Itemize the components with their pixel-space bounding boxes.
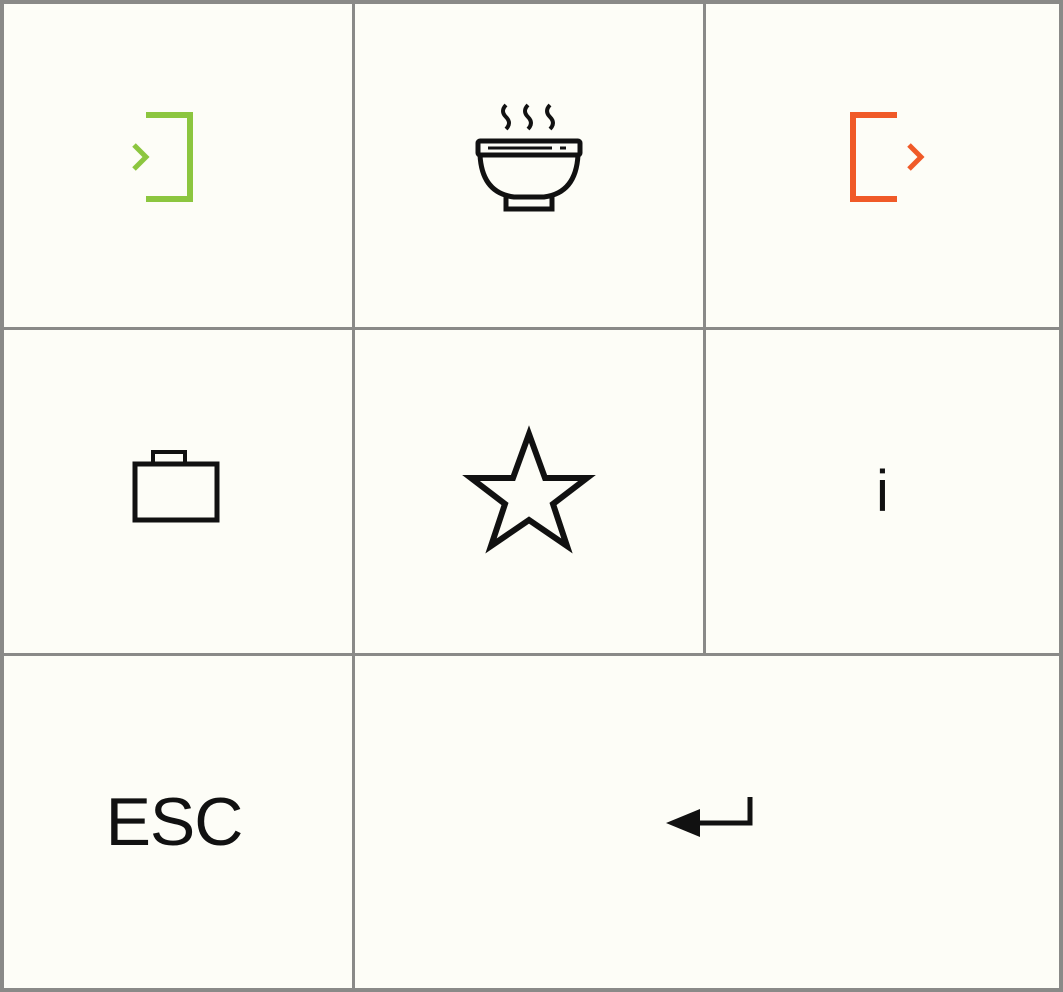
favorite-key[interactable] [355, 330, 706, 656]
soup-bowl-icon [464, 101, 594, 231]
business-key[interactable] [4, 330, 355, 656]
enter-icon [128, 111, 228, 221]
briefcase-icon [123, 442, 233, 542]
check-in-key[interactable] [4, 4, 355, 330]
enter-key[interactable] [355, 656, 1059, 988]
escape-key[interactable]: ESC [4, 656, 355, 988]
return-arrow-icon [652, 787, 762, 857]
break-key[interactable] [355, 4, 706, 330]
check-out-key[interactable] [706, 4, 1059, 330]
exit-icon [833, 111, 933, 221]
info-key[interactable]: i [706, 330, 1059, 656]
escape-label: ESC [105, 784, 244, 860]
star-icon [459, 422, 599, 562]
info-label: i [876, 458, 889, 524]
keypad-grid: i ESC [0, 0, 1063, 992]
